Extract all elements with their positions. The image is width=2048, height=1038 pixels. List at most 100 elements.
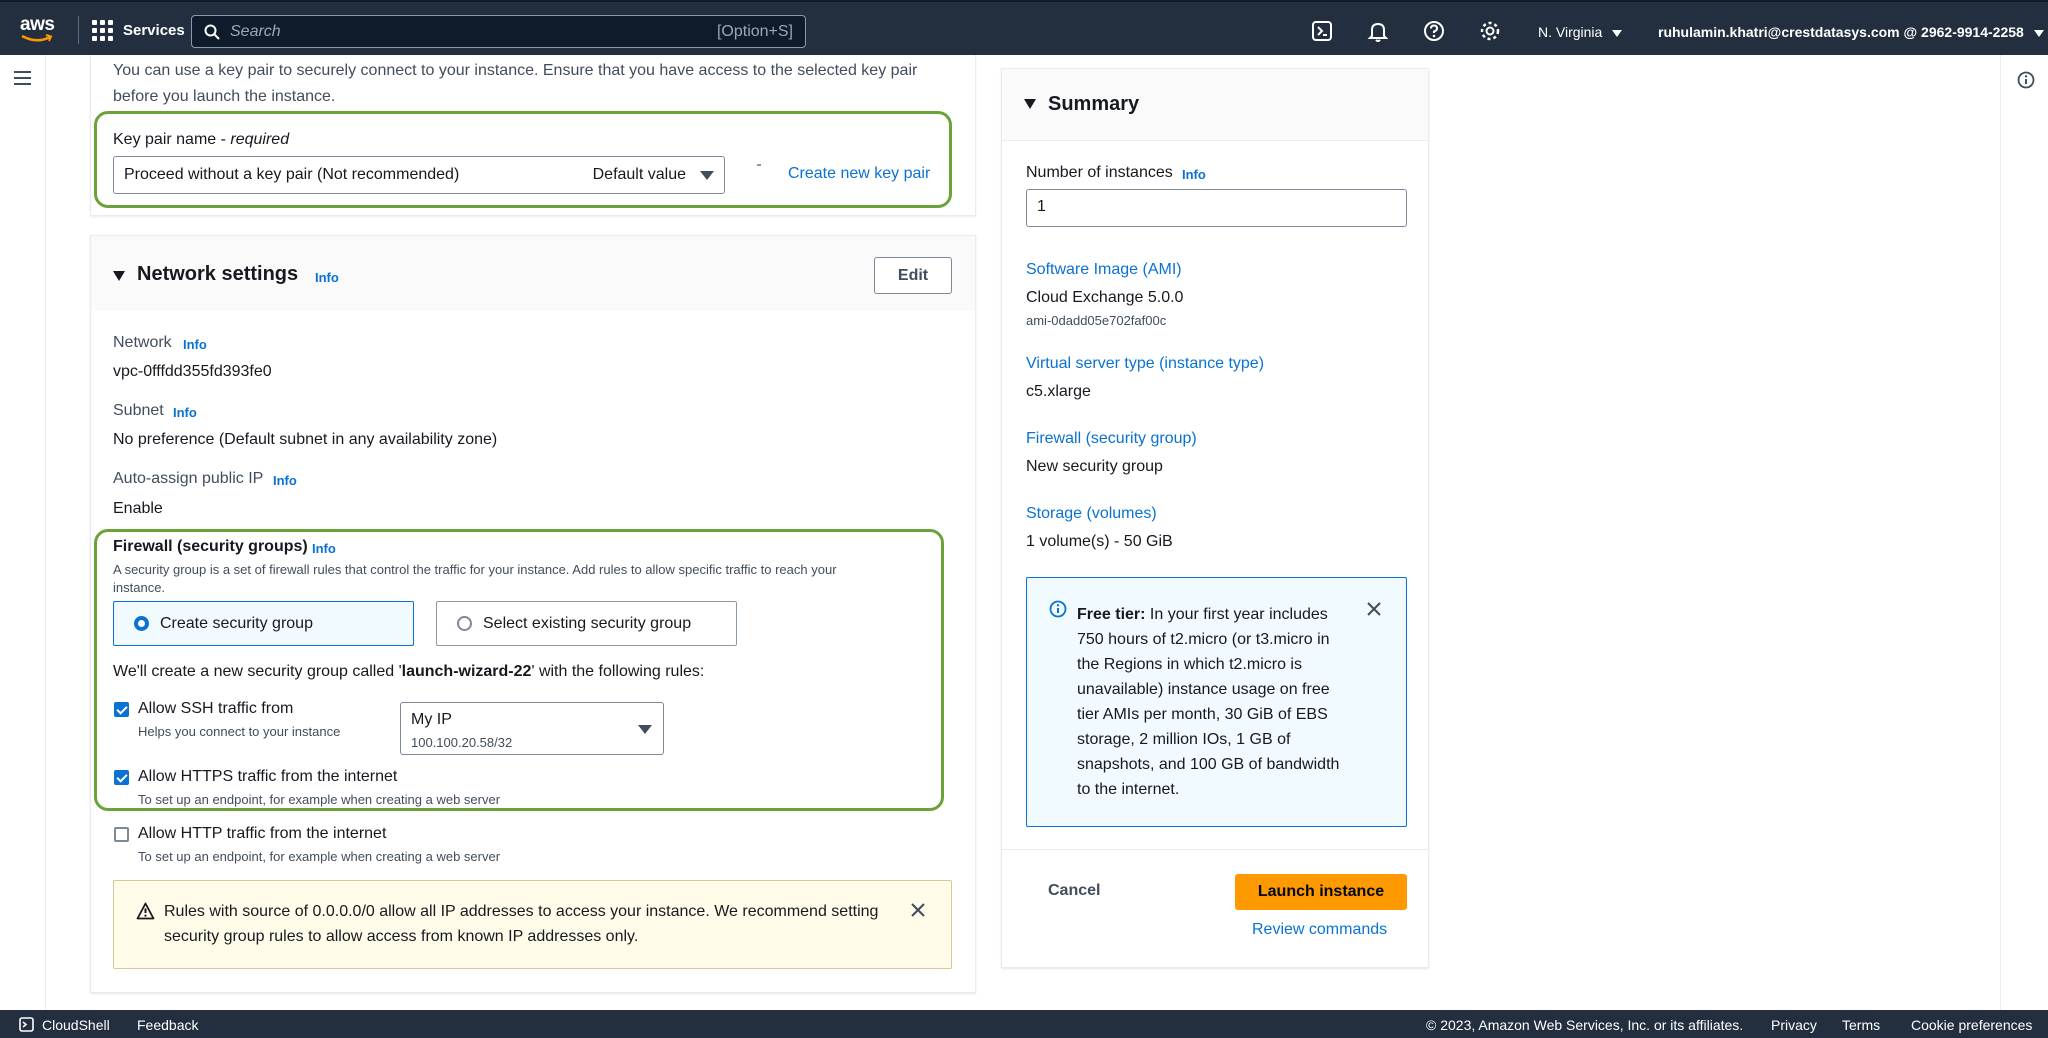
- settings-gear-icon[interactable]: [1479, 20, 1501, 42]
- services-label: Services: [123, 21, 185, 39]
- summary-footer-divider: [1002, 849, 1428, 850]
- menu-hamburger-icon[interactable]: [14, 71, 31, 89]
- review-commands-link[interactable]: Review commands: [1252, 921, 1387, 939]
- storage-link[interactable]: Storage (volumes): [1026, 505, 1157, 523]
- side-navigation-rail: [0, 55, 46, 1010]
- free-tier-line-2: the Regions in which t2.micro is: [1077, 656, 1302, 673]
- instances-label: Number of instances: [1026, 164, 1173, 181]
- services-menu-button[interactable]: Services: [92, 16, 185, 44]
- search-input[interactable]: Search [Option+S]: [191, 15, 806, 48]
- summary-panel: Summary Number of instances Info 1 Softw…: [1001, 68, 1429, 968]
- https-checkbox[interactable]: [114, 770, 129, 785]
- key-pair-intro: You can use a key pair to securely conne…: [113, 58, 943, 110]
- cloudshell-icon[interactable]: [1311, 20, 1333, 42]
- network-settings-info-link[interactable]: Info: [315, 270, 339, 285]
- account-menu[interactable]: ruhulamin.khatri@crestdatasys.com @ 2962…: [1658, 24, 2044, 40]
- cloudshell-link[interactable]: CloudShell: [42, 1017, 110, 1033]
- ami-link[interactable]: Software Image (AMI): [1026, 261, 1182, 279]
- storage-value: 1 volume(s) - 50 GiB: [1026, 533, 1173, 550]
- create-security-group-option[interactable]: Create security group: [113, 601, 414, 646]
- search-icon: [204, 24, 220, 40]
- warning-triangle-icon: [136, 902, 155, 920]
- cookie-preferences-link[interactable]: Cookie preferences: [1911, 1017, 2032, 1033]
- instances-info-link[interactable]: Info: [1182, 167, 1206, 182]
- console-footer: CloudShell Feedback © 2023, Amazon Web S…: [0, 1010, 2048, 1038]
- key-pair-select[interactable]: Proceed without a key pair (Not recommen…: [113, 156, 725, 194]
- firewall-summary-link[interactable]: Firewall (security group): [1026, 430, 1197, 448]
- network-settings-title: Network settings: [137, 263, 299, 285]
- subnet-info-link[interactable]: Info: [173, 405, 197, 420]
- instance-type-value: c5.xlarge: [1026, 383, 1091, 400]
- refresh-icon[interactable]: [757, 164, 761, 166]
- ssh-source-ip: 100.100.20.58/32: [411, 735, 513, 750]
- dismiss-warning-close-icon[interactable]: [910, 902, 926, 918]
- services-grid-icon: [92, 19, 113, 41]
- copyright-text: © 2023, Amazon Web Services, Inc. or its…: [1426, 1017, 1744, 1033]
- firewall-summary-value: New security group: [1026, 458, 1163, 475]
- select-existing-security-group-option[interactable]: Select existing security group: [436, 601, 737, 646]
- notifications-bell-icon[interactable]: [1367, 20, 1389, 42]
- search-hotkey: [Option+S]: [716, 22, 793, 40]
- region-selector[interactable]: N. Virginia: [1538, 24, 1623, 40]
- terms-link[interactable]: Terms: [1842, 1017, 1880, 1033]
- dismiss-free-tier-close-icon[interactable]: [1366, 601, 1382, 617]
- open-source-warning: Rules with source of 0.0.0.0/0 allow all…: [113, 880, 952, 969]
- free-tier-text: Free tier: In your first year includes 7…: [1077, 602, 1367, 802]
- free-tier-line-5: storage, 2 million IOs, 1 GB of: [1077, 731, 1291, 748]
- https-description: To set up an endpoint, for example when …: [138, 792, 501, 807]
- network-collapse-toggle[interactable]: [113, 268, 125, 286]
- select-existing-security-group-label: Select existing security group: [483, 614, 692, 632]
- launch-instance-button[interactable]: Launch instance: [1235, 874, 1407, 910]
- privacy-link[interactable]: Privacy: [1771, 1017, 1817, 1033]
- create-security-group-radio[interactable]: [134, 616, 149, 631]
- firewall-info-link[interactable]: Info: [312, 541, 336, 556]
- public-ip-label: Auto-assign public IP: [113, 470, 264, 487]
- region-caret-icon: [1612, 29, 1623, 37]
- public-ip-info-link[interactable]: Info: [273, 473, 297, 488]
- select-existing-security-group-radio[interactable]: [457, 616, 472, 631]
- free-tier-bold: Free tier:: [1077, 606, 1146, 623]
- summary-collapse-caret-icon[interactable]: [1024, 99, 1036, 109]
- region-label: N. Virginia: [1538, 24, 1603, 40]
- ami-id: ami-0dadd05e702faf00c: [1026, 313, 1167, 328]
- subnet-value: No preference (Default subnet in any ava…: [113, 431, 498, 448]
- ssh-checkbox[interactable]: [114, 702, 129, 717]
- instance-type-link[interactable]: Virtual server type (instance type): [1026, 355, 1264, 373]
- http-label: Allow HTTP traffic from the internet: [138, 825, 387, 842]
- free-tier-line-7: to the internet.: [1077, 781, 1180, 798]
- aws-logo-text: aws: [20, 14, 55, 35]
- create-msg-prefix: We'll create a new security group called…: [113, 663, 402, 680]
- network-value: vpc-0fffdd355fd393fe0: [113, 363, 272, 380]
- ssh-source-select[interactable]: My IP 100.100.20.58/32: [400, 702, 664, 755]
- cancel-button[interactable]: Cancel: [1048, 882, 1100, 900]
- subnet-label: Subnet: [113, 402, 164, 419]
- firewall-label: Firewall (security groups): [113, 538, 308, 555]
- free-tier-info-box: Free tier: In your first year includes 7…: [1026, 577, 1407, 827]
- search-placeholder: Search: [230, 22, 281, 40]
- edit-network-button[interactable]: Edit: [874, 257, 952, 294]
- warning-line1: Rules with source of 0.0.0.0/0 allow all…: [164, 903, 879, 920]
- ami-value: Cloud Exchange 5.0.0: [1026, 289, 1184, 306]
- key-pair-required: required: [230, 131, 290, 148]
- feedback-link[interactable]: Feedback: [137, 1017, 198, 1033]
- security-group-name: launch-wizard-22: [401, 663, 532, 680]
- http-checkbox[interactable]: [114, 827, 129, 842]
- public-ip-value: Enable: [113, 500, 163, 517]
- instances-input-value: 1: [1037, 198, 1046, 215]
- free-tier-line-3: unavailable) instance usage on free: [1077, 681, 1330, 698]
- collapse-caret-icon: [113, 271, 125, 281]
- aws-logo[interactable]: aws: [20, 14, 58, 44]
- top-navigation: aws Services Search [Option+S] N. Virgin…: [0, 0, 2048, 55]
- free-tier-line-0: In your first year includes: [1145, 606, 1328, 623]
- network-info-link[interactable]: Info: [183, 337, 207, 352]
- ssh-description: Helps you connect to your instance: [138, 724, 341, 739]
- ssh-source-caret-icon: [638, 725, 652, 734]
- firewall-description: A security group is a set of firewall ru…: [113, 561, 933, 597]
- create-key-pair-link[interactable]: Create new key pair: [788, 165, 930, 183]
- aws-smile-icon: [21, 34, 53, 42]
- info-icon: [1049, 600, 1067, 618]
- instances-input[interactable]: 1: [1026, 189, 1407, 227]
- help-icon[interactable]: [1423, 20, 1445, 42]
- info-circle-icon[interactable]: [2017, 71, 2035, 89]
- account-label: ruhulamin.khatri@crestdatasys.com @ 2962…: [1658, 24, 2024, 40]
